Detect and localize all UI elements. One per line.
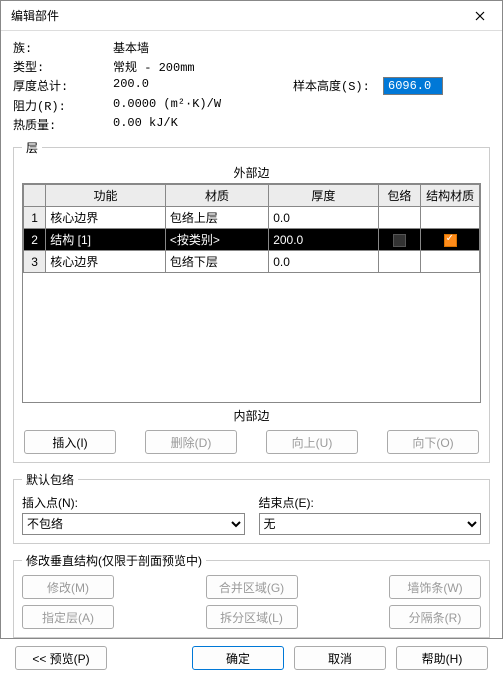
delete-button[interactable]: 删除(D) — [145, 430, 237, 454]
thermal-value: 0.00 kJ/K — [113, 116, 293, 133]
sample-height-label: 样本高度(S): — [293, 77, 383, 95]
dialog-buttons: << 预览(P) 确定 取消 帮助(H) — [13, 646, 490, 670]
merge-button[interactable]: 合并区域(G) — [206, 575, 298, 599]
split-button[interactable]: 拆分区域(L) — [206, 605, 298, 629]
col-function[interactable]: 功能 — [46, 185, 166, 207]
insert-point-label: 插入点(N): — [22, 494, 245, 511]
vertical-struct-legend: 修改垂直结构(仅限于剖面预览中) — [22, 552, 206, 569]
inner-side-label: 内部边 — [22, 407, 481, 424]
layers-legend: 层 — [22, 139, 42, 156]
cell-material[interactable]: <按类别> — [165, 229, 268, 251]
table-row[interactable]: 2结构 [1]<按类别>200.0 — [24, 229, 480, 251]
cell-struct[interactable] — [421, 207, 480, 229]
resistance-value: 0.0000 (m²·K)/W — [113, 97, 293, 114]
thickness-label: 厚度总计: — [13, 77, 113, 95]
vertical-struct-group: 修改垂直结构(仅限于剖面预览中) 修改(M) 合并区域(G) 墙饰条(W) 指定… — [13, 552, 490, 638]
end-point-label: 结束点(E): — [259, 494, 482, 511]
sample-height-input[interactable] — [383, 77, 443, 95]
down-button[interactable]: 向下(O) — [387, 430, 479, 454]
end-point-select[interactable]: 无 — [259, 513, 482, 535]
row-number: 2 — [24, 229, 46, 251]
thickness-value: 200.0 — [113, 77, 293, 95]
resistance-label: 阻力(R): — [13, 97, 113, 114]
cell-thickness[interactable]: 0.0 — [269, 251, 378, 273]
window-title: 编辑部件 — [11, 7, 59, 24]
outer-side-label: 外部边 — [22, 164, 481, 181]
row-number: 3 — [24, 251, 46, 273]
assign-button[interactable]: 指定层(A) — [22, 605, 114, 629]
cell-material[interactable]: 包络下层 — [165, 251, 268, 273]
cell-wrap[interactable] — [378, 251, 421, 273]
default-wrap-group: 默认包络 插入点(N): 不包络 结束点(E): 无 — [13, 471, 490, 544]
properties-grid: 族: 基本墙 类型: 常规 - 200mm 厚度总计: 200.0 样本高度(S… — [13, 39, 490, 133]
layers-table-wrap: 功能 材质 厚度 包络 结构材质 1核心边界包络上层0.02结构 [1]<按类别… — [22, 183, 481, 403]
close-icon — [475, 11, 485, 21]
col-wrap[interactable]: 包络 — [378, 185, 421, 207]
cell-function[interactable]: 核心边界 — [46, 251, 166, 273]
titlebar: 编辑部件 — [1, 1, 502, 31]
dialog-content: 族: 基本墙 类型: 常规 - 200mm 厚度总计: 200.0 样本高度(S… — [1, 31, 502, 678]
sweep-button[interactable]: 墙饰条(W) — [389, 575, 481, 599]
col-material[interactable]: 材质 — [165, 185, 268, 207]
cell-wrap[interactable] — [378, 229, 421, 251]
cell-function[interactable]: 核心边界 — [46, 207, 166, 229]
help-button[interactable]: 帮助(H) — [396, 646, 488, 670]
cell-struct[interactable] — [421, 251, 480, 273]
cell-struct[interactable] — [421, 229, 480, 251]
family-label: 族: — [13, 39, 113, 56]
default-wrap-legend: 默认包络 — [22, 471, 78, 488]
cell-thickness[interactable]: 0.0 — [269, 207, 378, 229]
type-value: 常规 - 200mm — [113, 58, 293, 75]
col-thickness[interactable]: 厚度 — [269, 185, 378, 207]
family-value: 基本墙 — [113, 39, 293, 56]
cell-wrap[interactable] — [378, 207, 421, 229]
col-struct[interactable]: 结构材质 — [421, 185, 480, 207]
col-corner — [24, 185, 46, 207]
layer-buttons: 插入(I) 删除(D) 向上(U) 向下(O) — [22, 430, 481, 454]
modify-button[interactable]: 修改(M) — [22, 575, 114, 599]
layers-group: 层 外部边 功能 材质 厚度 包络 结构材质 1核心边界包络上层0. — [13, 139, 490, 463]
cell-thickness[interactable]: 200.0 — [269, 229, 378, 251]
insert-point-select[interactable]: 不包络 — [22, 513, 245, 535]
table-row[interactable]: 3核心边界包络下层0.0 — [24, 251, 480, 273]
type-label: 类型: — [13, 58, 113, 75]
up-button[interactable]: 向上(U) — [266, 430, 358, 454]
reveal-button[interactable]: 分隔条(R) — [389, 605, 481, 629]
preview-button[interactable]: << 预览(P) — [15, 646, 107, 670]
layers-table[interactable]: 功能 材质 厚度 包络 结构材质 1核心边界包络上层0.02结构 [1]<按类别… — [23, 184, 480, 273]
cell-material[interactable]: 包络上层 — [165, 207, 268, 229]
ok-button[interactable]: 确定 — [192, 646, 284, 670]
close-button[interactable] — [457, 1, 502, 31]
cancel-button[interactable]: 取消 — [294, 646, 386, 670]
insert-button[interactable]: 插入(I) — [24, 430, 116, 454]
thermal-label: 热质量: — [13, 116, 113, 133]
row-number: 1 — [24, 207, 46, 229]
table-row[interactable]: 1核心边界包络上层0.0 — [24, 207, 480, 229]
cell-function[interactable]: 结构 [1] — [46, 229, 166, 251]
